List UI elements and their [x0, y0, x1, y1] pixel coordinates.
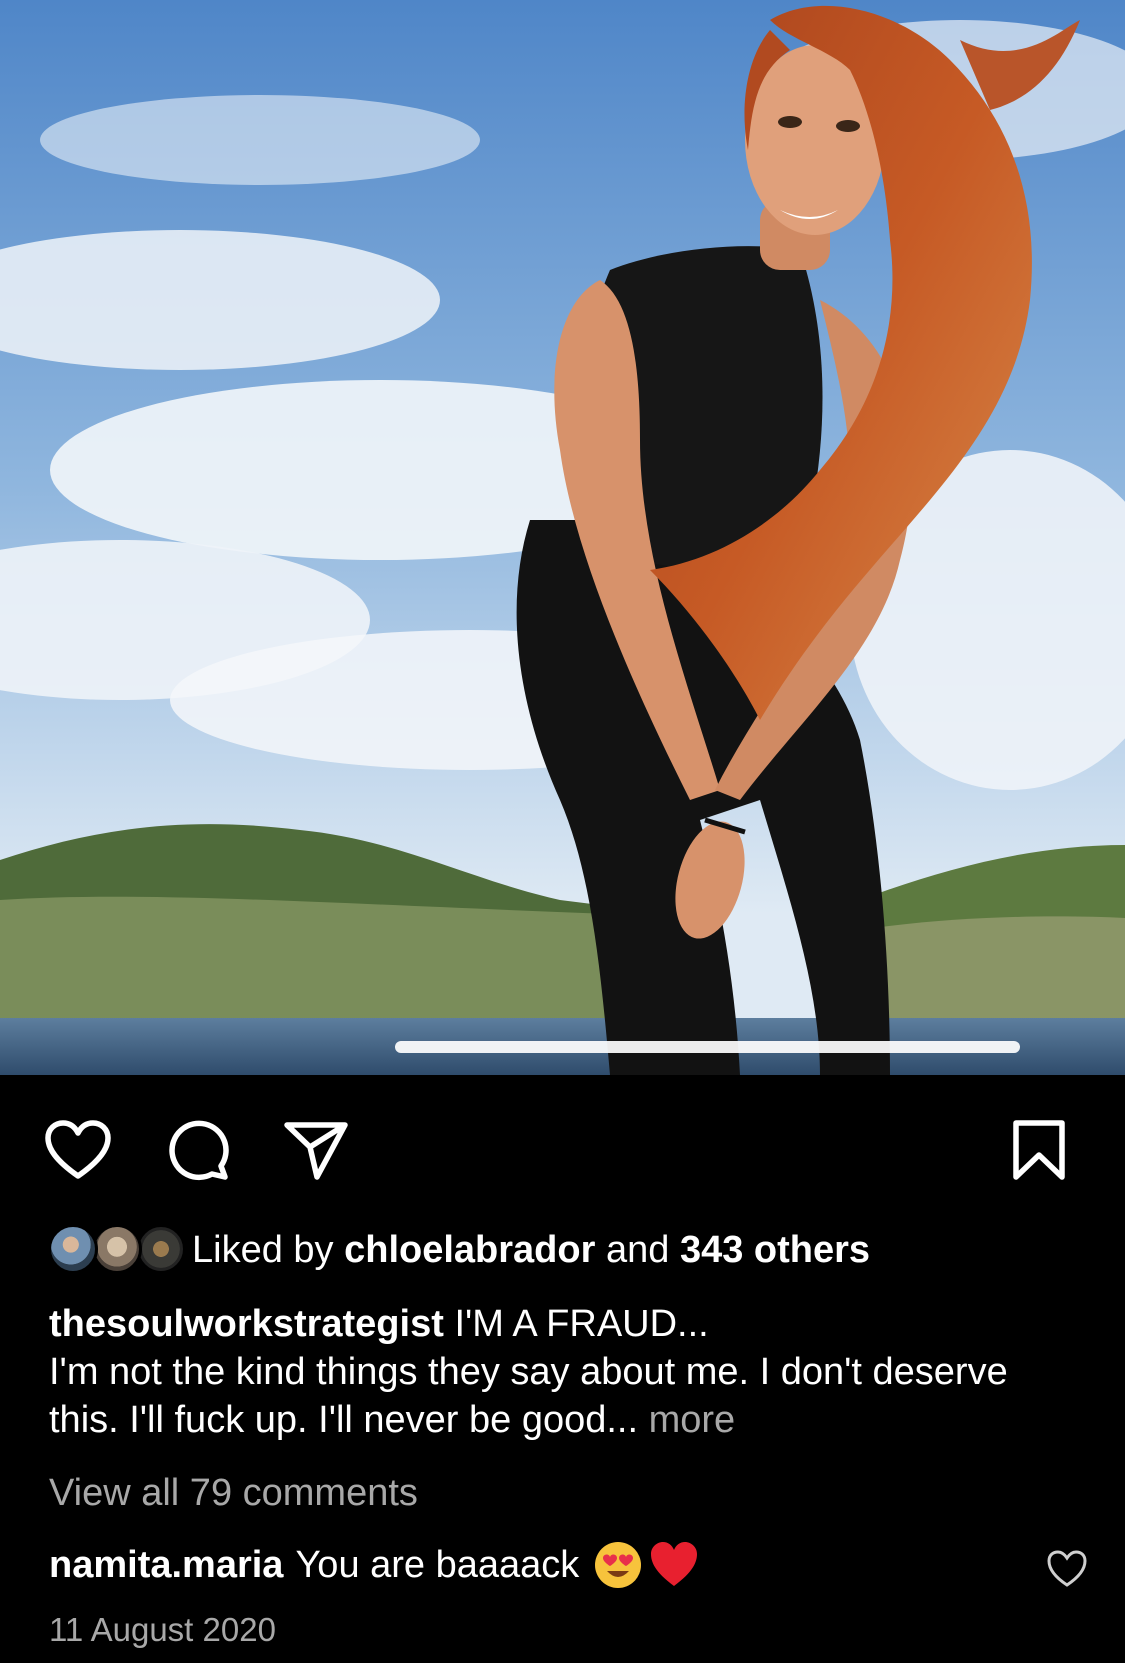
- top-comment: namita.maria You are baaaack: [49, 1540, 699, 1590]
- view-all-comments-link[interactable]: View all 79 comments: [49, 1472, 418, 1515]
- caption-more-link[interactable]: more: [649, 1399, 736, 1441]
- liker-avatars: [48, 1222, 188, 1278]
- avatar: [136, 1224, 186, 1274]
- heart-eyes-emoji-icon: [595, 1542, 642, 1588]
- liker-username-link[interactable]: chloelabrador: [344, 1229, 595, 1271]
- post-photo[interactable]: [0, 0, 1125, 1075]
- caption-body: I'm not the kind things they say about m…: [49, 1351, 1008, 1441]
- comment-username-link[interactable]: namita.maria: [49, 1544, 283, 1587]
- comment-button[interactable]: [162, 1118, 234, 1182]
- heart-icon: [45, 1120, 111, 1179]
- comment-text: You are baaaack: [295, 1543, 580, 1586]
- red-heart-emoji-icon: [651, 1542, 698, 1586]
- likes-text: Liked by chloelabrador and 343 others: [192, 1229, 870, 1272]
- likes-summary[interactable]: Liked by chloelabrador and 343 others: [48, 1222, 870, 1278]
- post-action-bar: [0, 1118, 1125, 1182]
- save-button[interactable]: [1003, 1118, 1075, 1182]
- avatar: [48, 1224, 98, 1274]
- likes-prefix: Liked by: [192, 1228, 334, 1271]
- caption-title: I'M A FRAUD...: [454, 1303, 709, 1345]
- post-date: 11 August 2020: [49, 1611, 276, 1648]
- comment-bubble-icon: [169, 1120, 229, 1181]
- caption-username-link[interactable]: thesoulworkstrategist: [49, 1303, 444, 1345]
- comment-heart-icon[interactable]: [1046, 1548, 1088, 1590]
- bookmark-icon: [1013, 1120, 1065, 1180]
- likes-conjunction: and: [605, 1228, 670, 1271]
- paper-plane-icon: [284, 1122, 348, 1180]
- post-caption: thesoulworkstrategist I'M A FRAUD... I'm…: [49, 1300, 1059, 1444]
- media-scrubber-bar[interactable]: [395, 1041, 1020, 1053]
- avatar: [92, 1224, 142, 1274]
- share-button[interactable]: [280, 1118, 352, 1182]
- likes-count-link[interactable]: 343 others: [680, 1229, 870, 1271]
- like-button[interactable]: [42, 1118, 114, 1182]
